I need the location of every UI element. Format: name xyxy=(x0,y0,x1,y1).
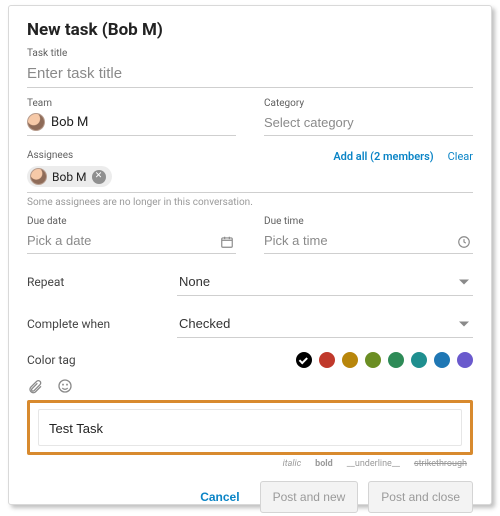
assignees-label: Assignees xyxy=(27,150,73,161)
chevron-down-icon xyxy=(459,280,469,285)
modal-title: New task (Bob M) xyxy=(27,20,473,40)
due-date-section: Due date xyxy=(27,216,236,254)
color-tag-label: Color tag xyxy=(27,353,177,367)
team-label: Team xyxy=(27,98,236,109)
clear-link[interactable]: Clear xyxy=(448,150,473,163)
description-input[interactable] xyxy=(47,420,453,437)
assignees-hint: Some assignees are no longer in this con… xyxy=(27,197,473,208)
add-all-link[interactable]: Add all (2 members) xyxy=(333,150,433,163)
color-swatch[interactable] xyxy=(411,352,427,368)
format-strike: strikethrough xyxy=(414,459,467,469)
team-value: Bob M xyxy=(51,115,88,130)
post-and-close-button[interactable]: Post and close xyxy=(368,481,473,513)
new-task-modal: New task (Bob M) Task title Team Bob M C… xyxy=(8,5,492,505)
repeat-label: Repeat xyxy=(27,275,177,289)
due-time-input[interactable] xyxy=(264,229,473,254)
team-field[interactable]: Bob M xyxy=(27,111,236,136)
emoji-icon[interactable] xyxy=(57,378,73,394)
color-swatch[interactable] xyxy=(388,352,404,368)
post-and-new-button[interactable]: Post and new xyxy=(260,481,359,513)
repeat-select[interactable] xyxy=(177,268,473,296)
category-input[interactable] xyxy=(264,111,473,136)
team-section: Team Bob M xyxy=(27,98,236,136)
format-bold: bold xyxy=(315,459,333,469)
description-highlight xyxy=(27,400,473,455)
repeat-value[interactable] xyxy=(177,268,473,296)
assignee-chip-name: Bob M xyxy=(52,170,87,184)
complete-when-select[interactable] xyxy=(177,310,473,338)
assignee-chip: Bob M ✕ xyxy=(27,166,112,187)
color-swatch[interactable] xyxy=(342,352,358,368)
avatar-icon xyxy=(30,168,47,185)
task-title-label: Task title xyxy=(27,48,473,59)
complete-when-value[interactable] xyxy=(177,310,473,338)
format-italic: italic xyxy=(283,459,302,469)
task-title-input[interactable] xyxy=(27,61,473,88)
due-date-label: Due date xyxy=(27,216,236,227)
color-swatch[interactable] xyxy=(457,352,473,368)
remove-assignee-icon[interactable]: ✕ xyxy=(92,170,106,184)
color-swatch[interactable] xyxy=(319,352,335,368)
cancel-button[interactable]: Cancel xyxy=(190,482,249,512)
format-underline: __underline__ xyxy=(347,459,400,469)
avatar-icon xyxy=(27,113,45,131)
due-date-input[interactable] xyxy=(27,229,236,254)
due-time-section: Due time xyxy=(264,216,473,254)
color-swatch[interactable] xyxy=(296,352,312,368)
color-swatch[interactable] xyxy=(365,352,381,368)
color-swatches xyxy=(177,352,473,368)
category-label: Category xyxy=(264,98,473,109)
due-time-label: Due time xyxy=(264,216,473,227)
color-swatch[interactable] xyxy=(434,352,450,368)
complete-when-label: Complete when xyxy=(27,317,177,331)
attachment-icon[interactable] xyxy=(27,378,43,394)
task-title-section: Task title xyxy=(27,48,473,88)
format-hints: italic bold __underline__ strikethrough xyxy=(27,459,473,469)
category-section: Category xyxy=(264,98,473,136)
assignees-field[interactable]: Bob M ✕ xyxy=(27,163,473,193)
chevron-down-icon xyxy=(459,322,469,327)
